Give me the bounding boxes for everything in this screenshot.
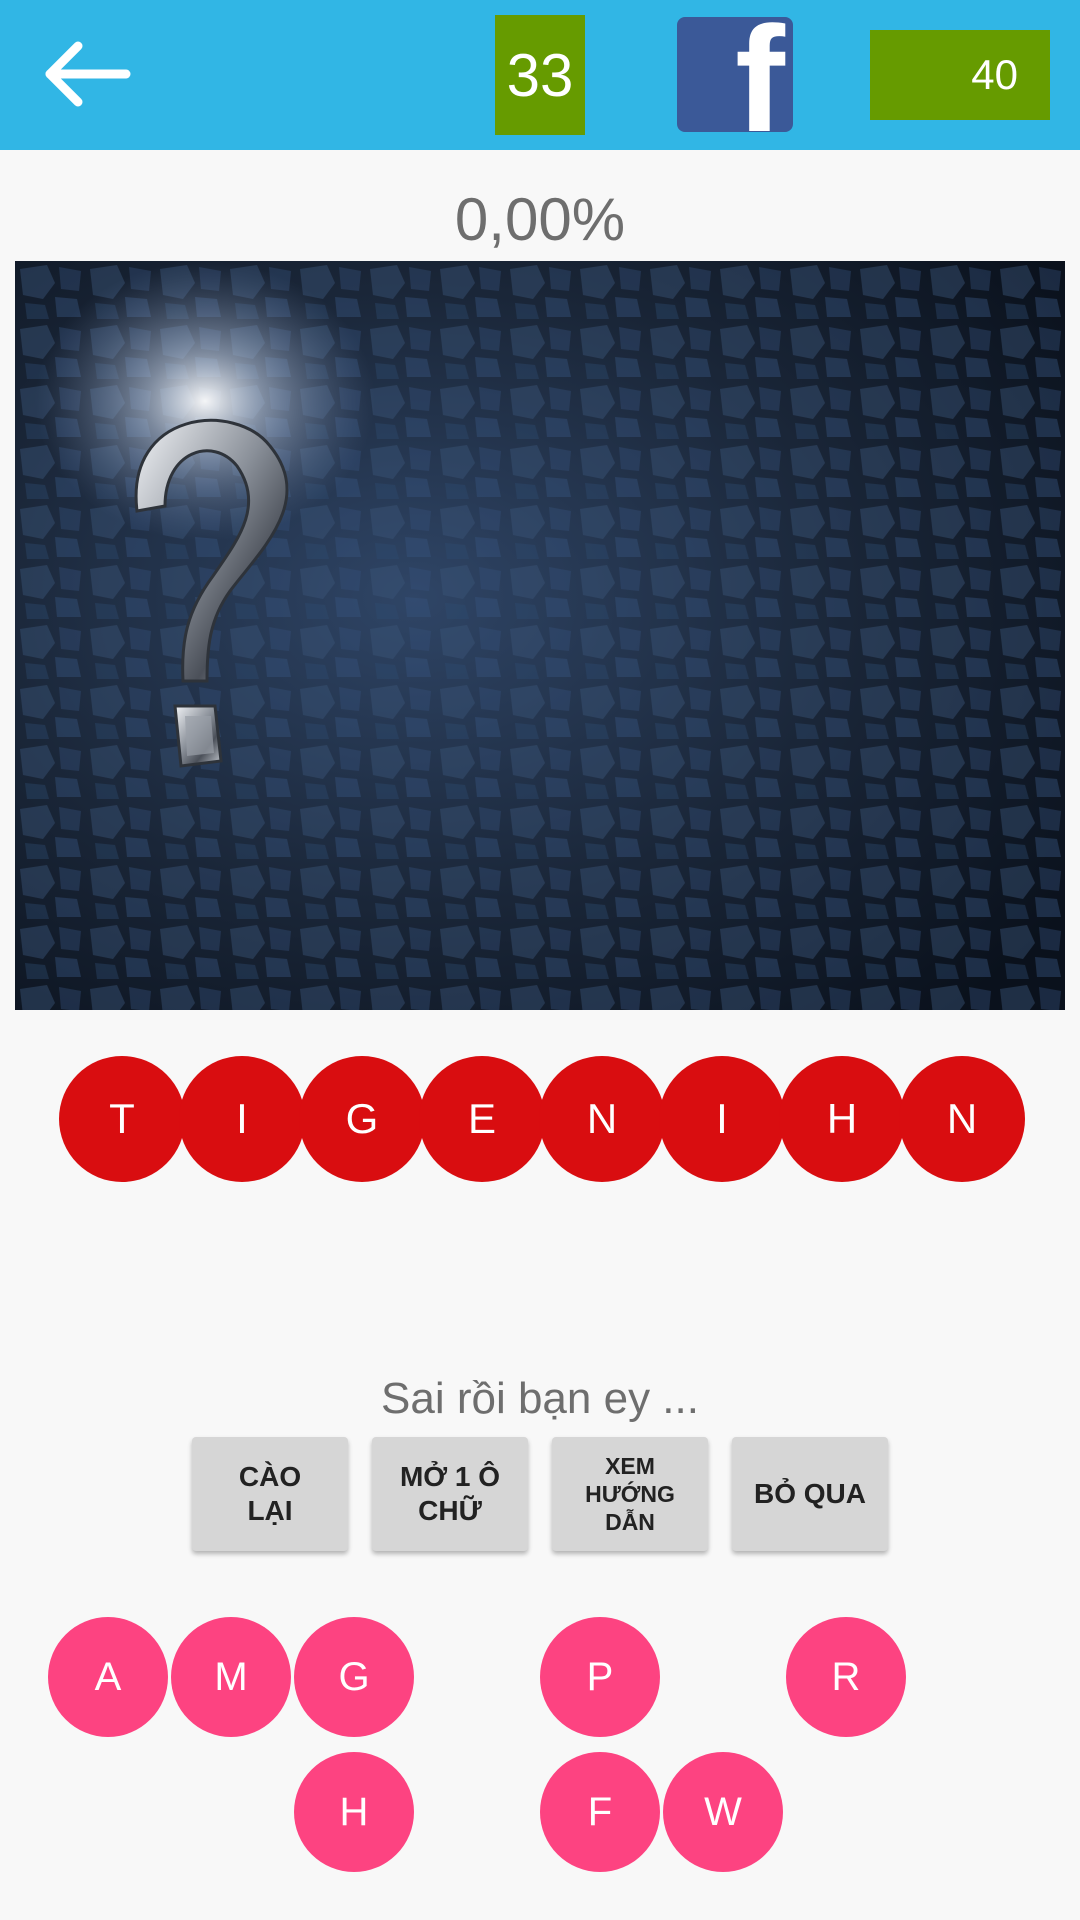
coin-counter: 40 xyxy=(870,30,1050,120)
view-guide-button[interactable]: XEM HƯỚNG DẪN xyxy=(552,1437,708,1551)
key-tile[interactable]: F xyxy=(540,1752,660,1872)
answer-tile[interactable]: I xyxy=(179,1056,305,1182)
key-tile[interactable]: R xyxy=(786,1617,906,1737)
key-tile[interactable]: M xyxy=(171,1617,291,1737)
key-tile[interactable]: G xyxy=(294,1617,414,1737)
key-tile[interactable]: H xyxy=(294,1752,414,1872)
progress-percent: 0,00% xyxy=(454,186,626,253)
answer-tile[interactable]: I xyxy=(659,1056,785,1182)
top-bar: 33 f 40 xyxy=(0,0,1080,150)
puzzle-image xyxy=(15,261,1065,1010)
key-tile[interactable]: W xyxy=(663,1752,783,1872)
skip-button[interactable]: BỎ QUA xyxy=(732,1437,888,1551)
answer-tile[interactable]: T xyxy=(59,1056,185,1182)
reveal-letter-button[interactable]: MỞ 1 Ô CHỮ xyxy=(372,1437,528,1551)
answer-tile[interactable]: H xyxy=(779,1056,905,1182)
arrow-left-icon xyxy=(45,41,131,107)
level-indicator: 33 xyxy=(495,15,585,135)
redo-button[interactable]: CÀO LẠI xyxy=(192,1437,348,1551)
key-tile[interactable]: P xyxy=(540,1617,660,1737)
status-message: Sai rồi bạn ey ... xyxy=(381,1374,699,1423)
answer-tile[interactable]: G xyxy=(299,1056,425,1182)
answer-tile[interactable]: N xyxy=(899,1056,1025,1182)
facebook-icon: f xyxy=(735,17,785,132)
back-button[interactable] xyxy=(38,38,138,110)
answer-tile[interactable]: E xyxy=(419,1056,545,1182)
answer-row: TIGENIHN xyxy=(59,1056,1025,1182)
key-tile[interactable]: A xyxy=(48,1617,168,1737)
answer-tile[interactable]: N xyxy=(539,1056,665,1182)
facebook-share-button[interactable]: f xyxy=(677,17,793,132)
